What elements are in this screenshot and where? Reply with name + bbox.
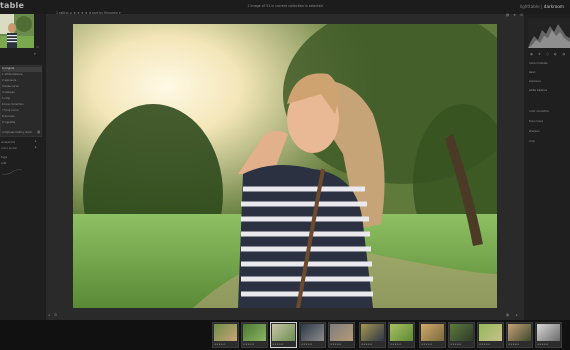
tags-edit-label[interactable]: edit (1, 161, 6, 165)
expand-arrow-icon[interactable]: ▸ (35, 139, 37, 143)
histogram[interactable] (528, 18, 570, 48)
star-icon[interactable]: ★ (538, 52, 541, 56)
expand-arrow-icon[interactable]: ▸ (35, 145, 37, 149)
filmstrip-thumbnail[interactable]: ★★★★★ (299, 322, 326, 348)
module-row[interactable]: white balance (528, 89, 570, 94)
history-item[interactable]: 3 base curve (2, 85, 42, 90)
history-item[interactable]: 2 exposure (2, 79, 42, 84)
filmstrip-thumbnail[interactable]: ★★★★★ (270, 322, 297, 348)
info-icon[interactable]: ▣ (506, 313, 509, 317)
right-panel (524, 14, 570, 320)
module-row[interactable]: more modules (528, 62, 570, 67)
left-panel (0, 14, 46, 320)
histogram-graph (528, 18, 570, 48)
history-item[interactable]: 6 lens correction (2, 103, 42, 108)
power-icon[interactable]: ◉ (530, 52, 533, 56)
history-item[interactable]: 8 denoise (2, 115, 42, 120)
save-history-icon[interactable]: ▣ (37, 130, 40, 134)
module-row[interactable]: color correction (528, 110, 570, 115)
tone-group-icon[interactable]: ◐ (554, 52, 557, 56)
filmstrip-thumbnail[interactable]: ★★★★★ (477, 322, 504, 348)
history-item[interactable]: 1 white balance (2, 73, 42, 78)
filmstrip-thumbnail[interactable]: ★★★★★ (535, 322, 562, 348)
history-item[interactable]: 4 sharpen (2, 91, 42, 96)
history-item[interactable]: 5 crop (2, 97, 42, 102)
right-expand-icon[interactable]: ▸ (516, 313, 518, 317)
collapse-arrow-icon[interactable]: ▾ (34, 52, 36, 56)
color-group-icon[interactable]: ◑ (562, 52, 565, 56)
view-darkroom[interactable]: darkroom (544, 4, 564, 9)
settings-icon[interactable]: ⚙ (520, 13, 523, 17)
photo-image (73, 24, 497, 308)
module-row[interactable]: exposure (528, 80, 570, 85)
left-expand-icon[interactable]: ◂ (48, 313, 50, 317)
filmstrip-thumbnail[interactable]: ★★★★★ (388, 322, 415, 348)
curve-icon (2, 169, 22, 175)
module-group-tabs: ◉ ★ ○ ◐ ◑ (528, 52, 570, 57)
app-title: table (0, 1, 25, 10)
center-bottom-bar: ◂ ⚙ ▣ ▸ (46, 312, 524, 320)
filmstrip-thumbnail[interactable]: ★★★★★ (212, 322, 239, 348)
status-message: 1 image of 51 in current collection is s… (247, 4, 323, 8)
history-item[interactable]: 0 original (2, 67, 42, 72)
filmstrip-thumbnail[interactable]: ★★★★★ (448, 322, 475, 348)
module-row[interactable]: tone curve (528, 120, 570, 125)
view-switcher: lighttable | darkroom (520, 4, 564, 9)
grid-icon[interactable]: ▦ (506, 13, 509, 17)
history-panel: 0 original 1 white balance 2 exposure 3 … (0, 65, 42, 137)
gear-icon[interactable]: ⚙ (54, 313, 57, 317)
compress-history-button[interactable]: compress history stack (2, 131, 42, 136)
filmstrip-thumbnail[interactable]: ★★★★★ (241, 322, 268, 348)
tags-label[interactable]: tags (1, 155, 7, 159)
color-picker-label[interactable]: color picker (1, 146, 17, 150)
filmstrip-thumbnail[interactable]: ★★★★★ (419, 322, 446, 348)
filmstrip-thumbnail[interactable]: ★★★★★ (506, 322, 533, 348)
filmstrip-thumbnail[interactable]: ★★★★★ (359, 322, 386, 348)
view-lighttable[interactable]: lighttable (520, 4, 540, 9)
star-icon[interactable]: ★ (513, 13, 516, 17)
history-item[interactable]: 7 tone curve (2, 109, 42, 114)
history-item[interactable]: 9 vignette (2, 121, 42, 126)
navigation-preview-image (0, 14, 34, 48)
module-row[interactable]: crop (528, 140, 570, 145)
zoom-fit-icon[interactable]: ▭ (36, 45, 39, 49)
view-separator: | (541, 4, 543, 9)
main-photo[interactable] (73, 24, 497, 308)
navigation-thumbnail[interactable] (0, 14, 34, 48)
filmstrip-thumbnail[interactable]: ★★★★★ (328, 322, 355, 348)
module-row[interactable]: basic (528, 71, 570, 76)
basic-group-icon[interactable]: ○ (546, 52, 549, 56)
module-row[interactable]: sharpen (528, 130, 570, 135)
snapshots-label[interactable]: snapshots (1, 140, 15, 144)
